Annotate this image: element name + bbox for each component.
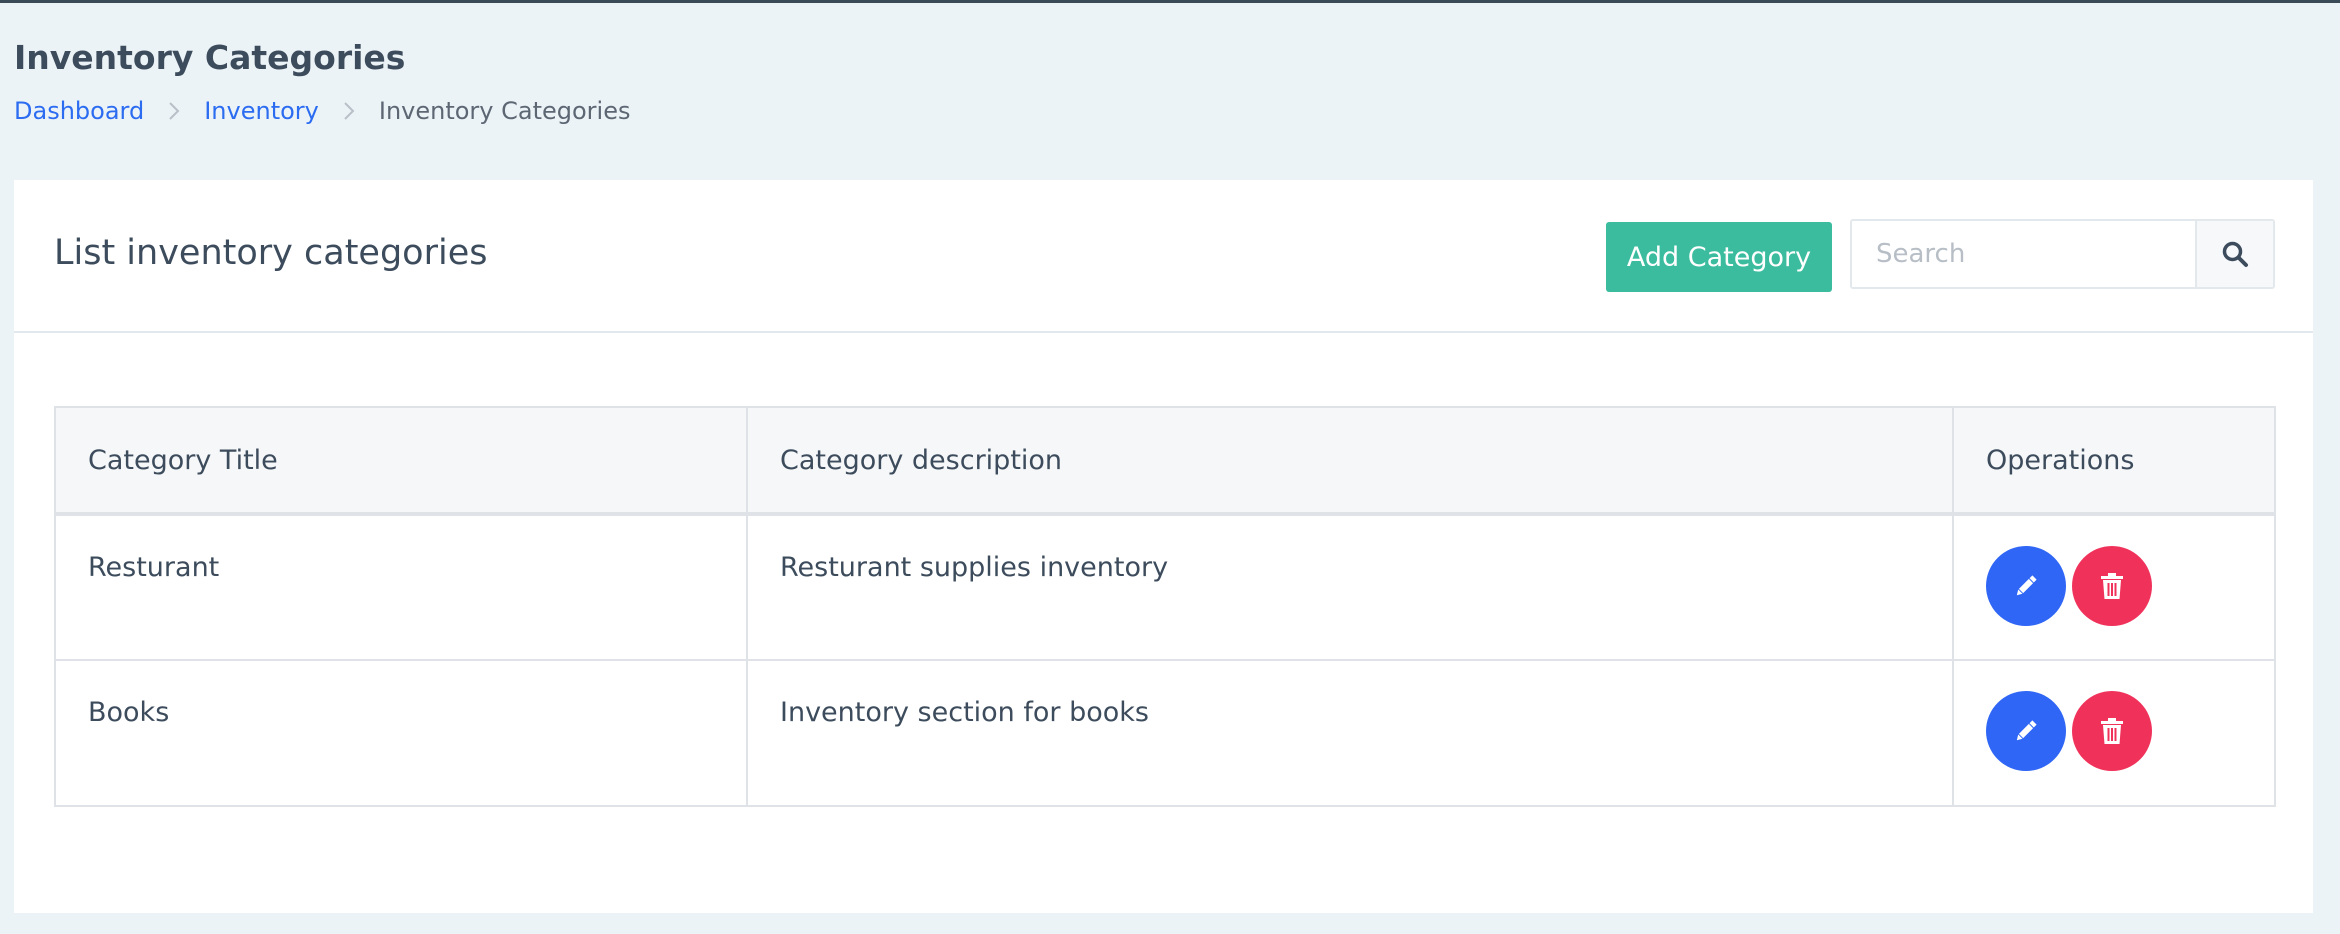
delete-button[interactable]: [2072, 546, 2152, 626]
category-title-cell: Books: [54, 659, 748, 807]
category-title-cell: Resturant: [54, 513, 748, 661]
breadcrumb: Dashboard Inventory Inventory Categories: [14, 97, 630, 125]
search-group: [1850, 219, 2275, 289]
table-header-row: Category Title Category description Oper…: [54, 406, 2276, 516]
operations-cell: [1952, 513, 2276, 661]
search-button[interactable]: [2195, 221, 2273, 287]
table-row: Books Inventory section for books: [54, 659, 2276, 807]
column-header-category-description: Category description: [746, 406, 1954, 516]
card-title: List inventory categories: [54, 233, 488, 273]
breadcrumb-link-dashboard[interactable]: Dashboard: [14, 97, 144, 125]
table-row: Resturant Resturant supplies inventory: [54, 513, 2276, 661]
search-input[interactable]: [1852, 221, 2195, 287]
category-description-cell: Inventory section for books: [746, 659, 1954, 807]
breadcrumb-current: Inventory Categories: [378, 97, 631, 125]
trash-icon: [2099, 572, 2125, 600]
operations-cell: [1952, 659, 2276, 807]
breadcrumb-link-inventory[interactable]: Inventory: [204, 97, 319, 125]
pencil-icon: [2012, 572, 2040, 600]
top-border: [0, 0, 2340, 3]
category-description-cell: Resturant supplies inventory: [746, 513, 1954, 661]
add-category-button[interactable]: Add Category: [1606, 222, 1832, 292]
column-header-category-title: Category Title: [54, 406, 748, 516]
search-icon: [2221, 240, 2249, 268]
chevron-right-icon: [343, 101, 355, 121]
delete-button[interactable]: [2072, 691, 2152, 771]
column-header-operations: Operations: [1952, 406, 2276, 516]
pencil-icon: [2012, 717, 2040, 745]
page-title: Inventory Categories: [14, 38, 406, 77]
categories-card: List inventory categories Add Category C…: [14, 180, 2313, 913]
card-header: List inventory categories Add Category: [14, 180, 2313, 333]
edit-button[interactable]: [1986, 546, 2066, 626]
chevron-right-icon: [168, 101, 180, 121]
trash-icon: [2099, 717, 2125, 745]
categories-table: Category Title Category description Oper…: [54, 406, 2276, 807]
edit-button[interactable]: [1986, 691, 2066, 771]
